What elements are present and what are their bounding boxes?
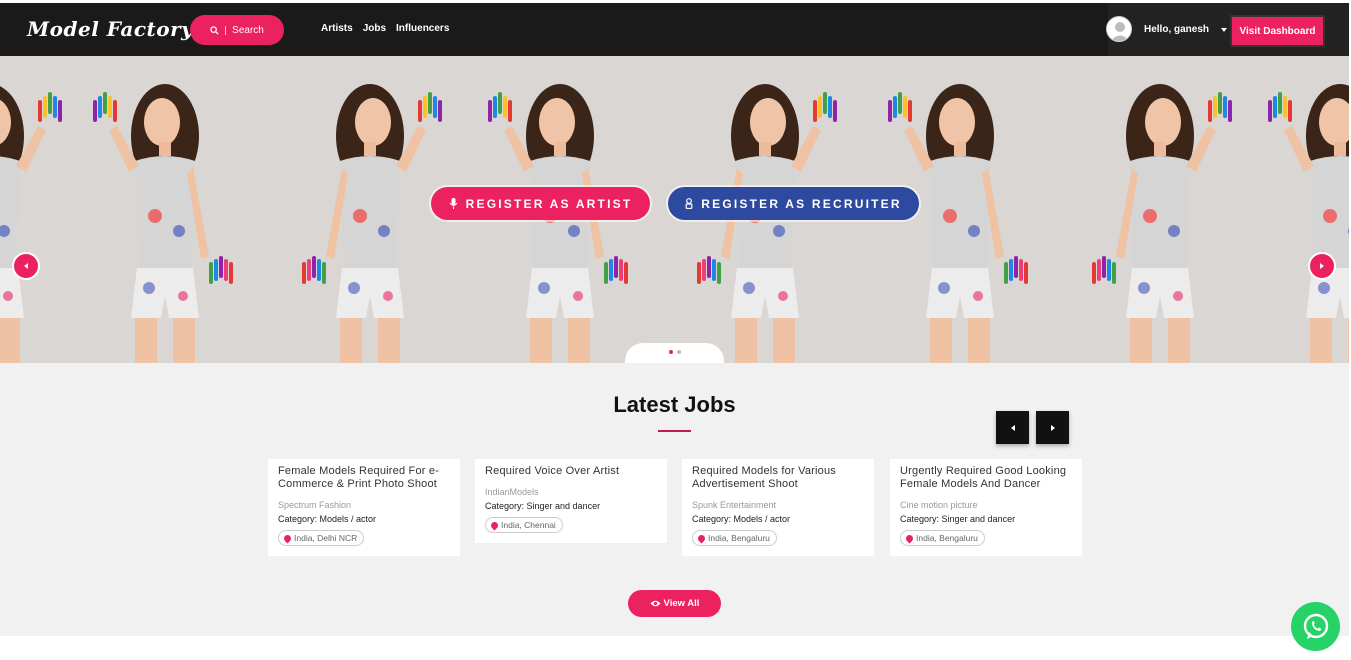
location-pin-icon	[904, 533, 915, 543]
main-nav: Artists Jobs Influencers	[321, 23, 449, 34]
chevron-left-icon	[1010, 424, 1015, 431]
job-location: India, Bengaluru	[708, 533, 770, 543]
user-icon	[685, 198, 693, 209]
job-card[interactable]: Urgently Required Good Looking Female Mo…	[890, 459, 1082, 556]
eye-icon	[650, 600, 661, 607]
job-category: Category: Singer and dancer	[900, 514, 1016, 524]
navbar: Model Factory Search Artists Jobs Influe…	[0, 3, 1349, 56]
job-company: Spectrum Fashion	[278, 500, 352, 510]
hero-dot-2[interactable]	[676, 350, 681, 354]
job-location: India, Chennai	[501, 520, 556, 530]
search-button[interactable]: Search	[190, 15, 284, 45]
job-location-badge: India, Bengaluru	[692, 530, 777, 546]
register-recruiter-button[interactable]: REGISTER AS RECRUITER	[668, 187, 919, 220]
job-category: Category: Models / actor	[692, 514, 791, 524]
search-icon	[210, 25, 219, 35]
job-title[interactable]: Urgently Required Good Looking Female Mo…	[900, 465, 1072, 491]
job-company: Cine motion picture	[900, 500, 978, 510]
visit-dashboard-button[interactable]: Visit Dashboard	[1230, 15, 1325, 47]
job-location-badge: India, Delhi NCR	[278, 530, 365, 546]
nav-jobs[interactable]: Jobs	[363, 23, 386, 34]
chevron-right-icon	[1050, 424, 1055, 431]
job-category: Category: Singer and dancer	[485, 501, 601, 511]
mic-icon	[449, 198, 458, 209]
title-underline	[658, 430, 691, 432]
job-title[interactable]: Required Models for Various Advertisemen…	[692, 465, 864, 491]
chevron-right-icon	[1320, 263, 1324, 269]
hero-next-button[interactable]	[1308, 252, 1336, 280]
avatar[interactable]	[1106, 16, 1132, 42]
job-category: Category: Models / actor	[278, 514, 377, 524]
location-pin-icon	[489, 520, 500, 530]
location-pin-icon	[282, 533, 293, 543]
chevron-left-icon	[24, 263, 28, 269]
jobs-next-button[interactable]	[1036, 411, 1069, 444]
job-location: India, Delhi NCR	[294, 533, 358, 543]
job-company: Spunk Entertainment	[692, 500, 777, 510]
view-all-label: View All	[663, 598, 700, 609]
register-recruiter-label: REGISTER AS RECRUITER	[701, 196, 902, 211]
nav-artists[interactable]: Artists	[321, 23, 353, 34]
whatsapp-icon	[1303, 613, 1328, 639]
job-location: India, Bengaluru	[916, 533, 978, 543]
user-menu[interactable]: Hello, ganesh	[1144, 24, 1228, 35]
location-pin-icon	[696, 533, 707, 543]
view-all-button[interactable]: View All	[628, 590, 721, 617]
search-label: Search	[232, 24, 264, 36]
job-location-badge: India, Bengaluru	[900, 530, 985, 546]
jobs-prev-button[interactable]	[996, 411, 1029, 444]
hero-pagination	[625, 343, 724, 365]
job-location-badge: India, Chennai	[485, 517, 563, 533]
greeting-text: Hello, ganesh	[1144, 24, 1210, 35]
job-company: IndianModels	[485, 487, 539, 497]
job-title[interactable]: Female Models Required For e-Commerce & …	[278, 465, 450, 491]
caret-down-icon	[1221, 27, 1228, 32]
whatsapp-chat-button[interactable]	[1291, 602, 1340, 651]
job-card[interactable]: Required Voice Over Artist IndianModels …	[475, 459, 667, 543]
nav-influencers[interactable]: Influencers	[396, 23, 449, 34]
job-title[interactable]: Required Voice Over Artist	[485, 465, 657, 478]
latest-jobs-title: Latest Jobs	[613, 392, 736, 417]
register-artist-button[interactable]: REGISTER AS ARTIST	[431, 187, 650, 220]
register-artist-label: REGISTER AS ARTIST	[465, 196, 633, 211]
site-logo[interactable]: Model Factory	[27, 17, 193, 41]
search-separator	[225, 25, 227, 35]
job-card[interactable]: Required Models for Various Advertisemen…	[682, 459, 874, 556]
hero-dot-1[interactable]	[668, 350, 673, 354]
job-card[interactable]: Female Models Required For e-Commerce & …	[268, 459, 460, 556]
hero-prev-button[interactable]	[12, 252, 40, 280]
